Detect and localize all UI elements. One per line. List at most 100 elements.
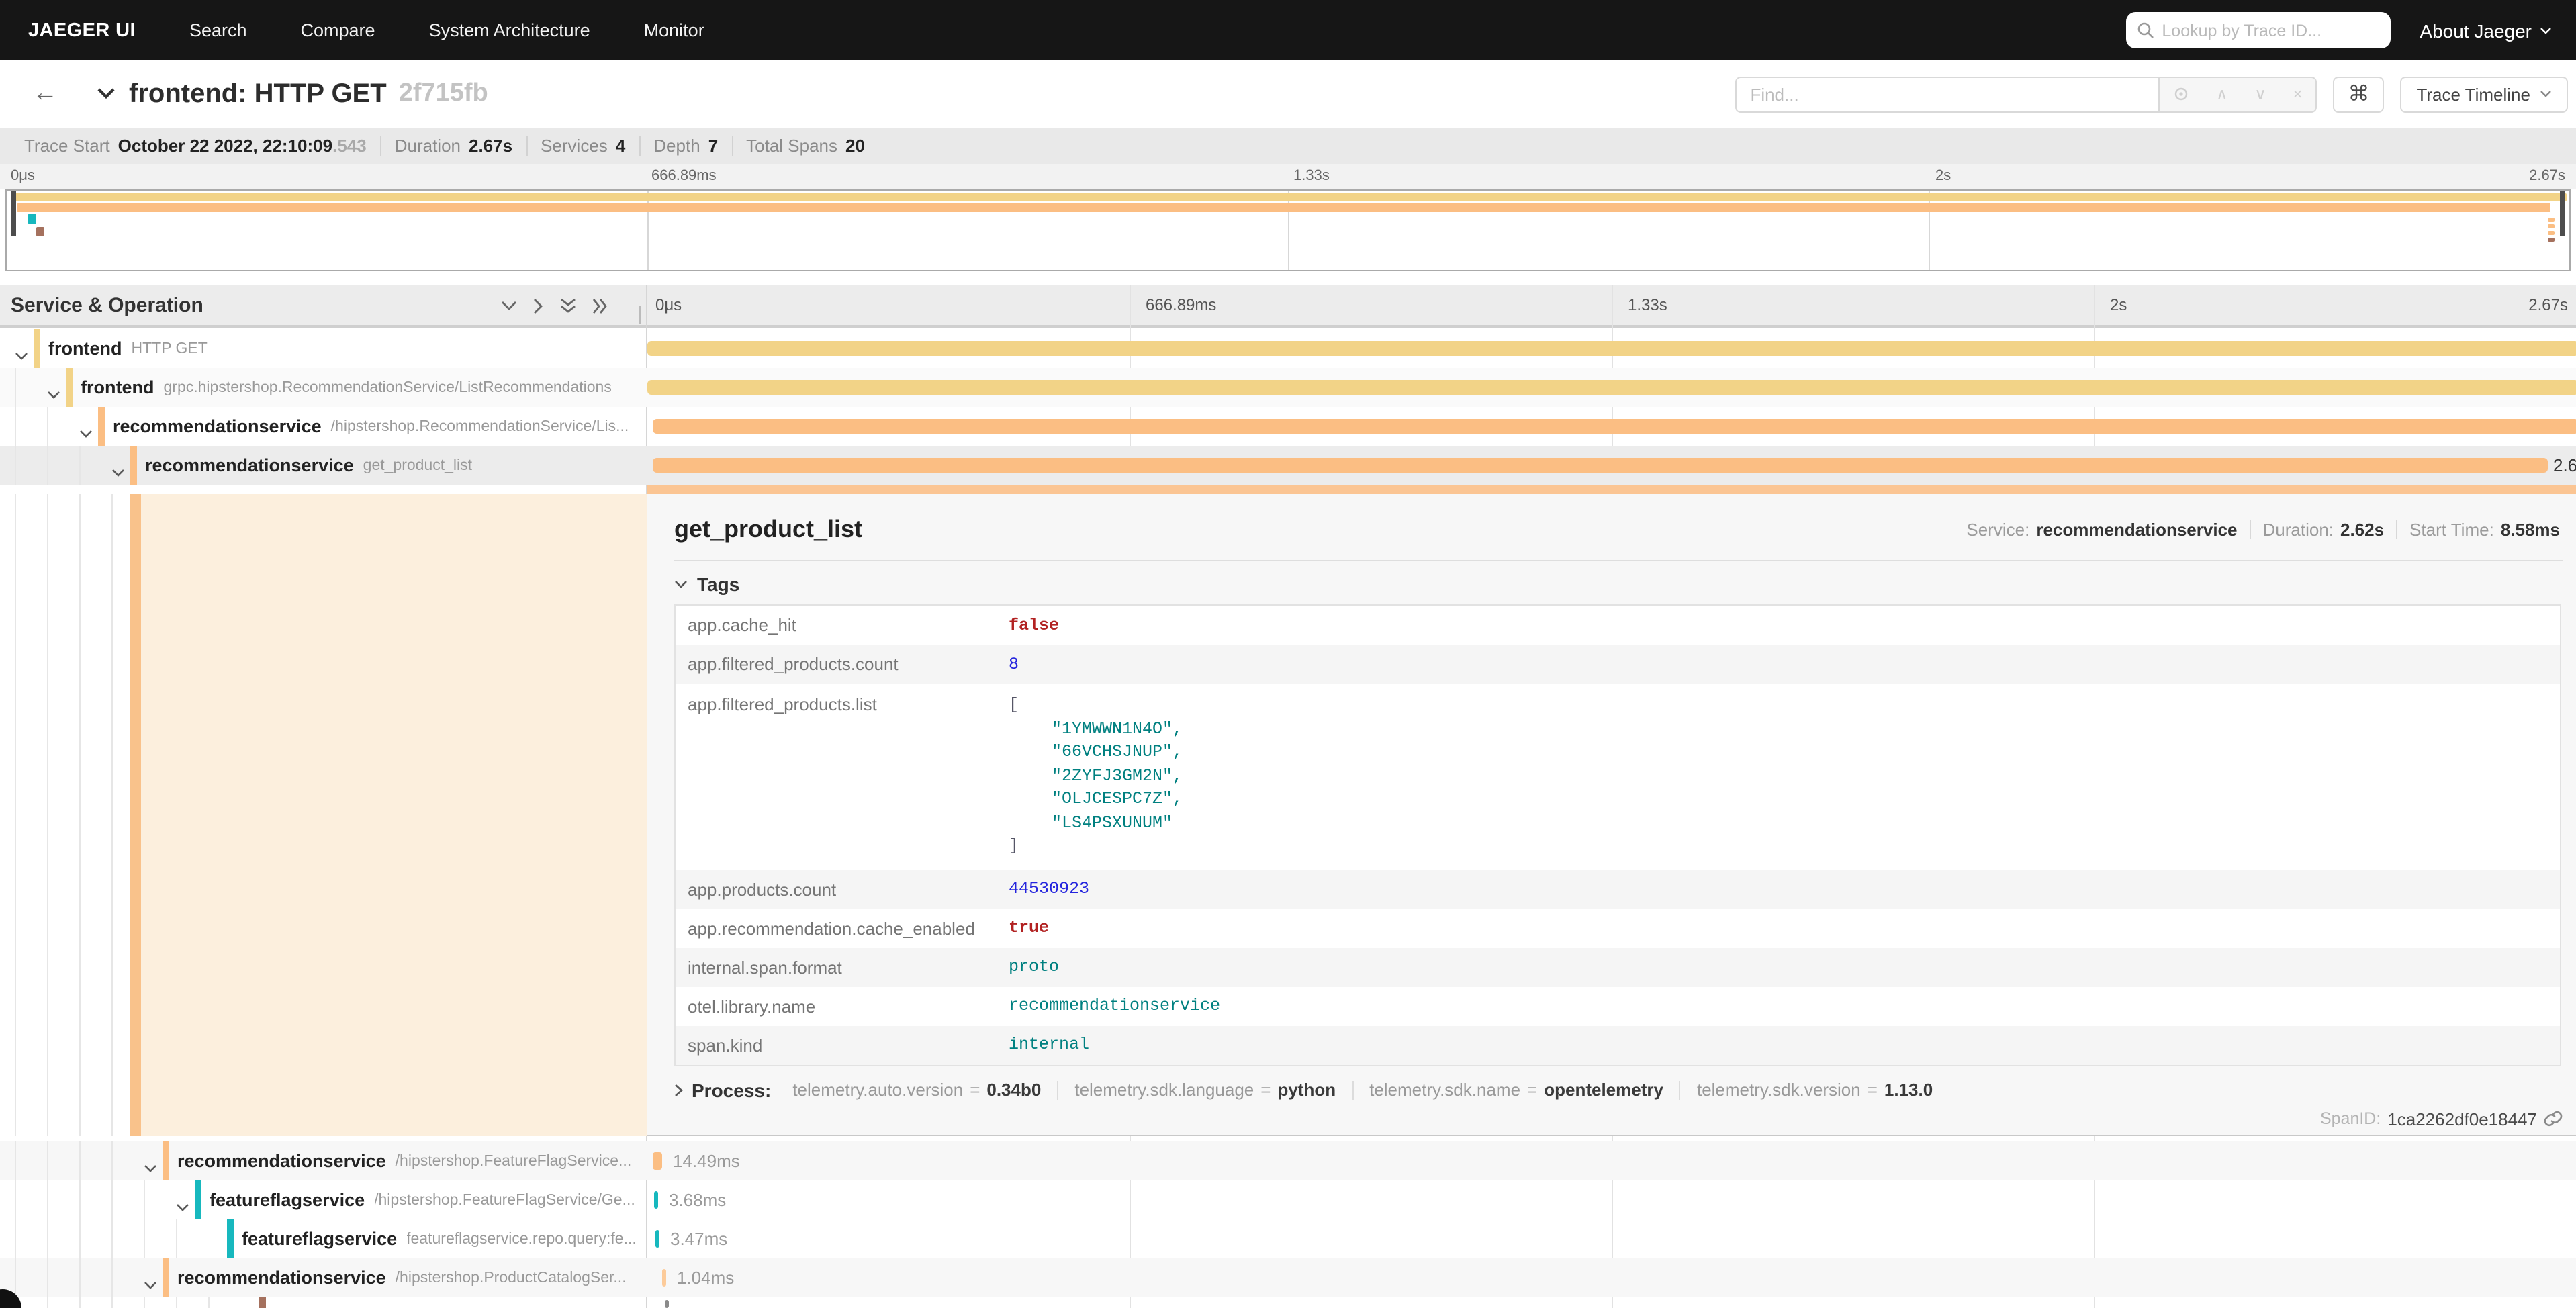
trace-minimap[interactable]	[5, 189, 2571, 271]
operation-name: HTTP GET	[132, 340, 648, 357]
trace-title: frontend: HTTP GET	[129, 79, 387, 109]
chevron-down-icon[interactable]	[144, 1273, 157, 1297]
nav-item-search[interactable]: Search	[189, 20, 247, 40]
span-bar[interactable]	[647, 341, 2576, 356]
summary-value: 4	[616, 136, 625, 156]
span-bar[interactable]	[655, 1230, 659, 1248]
detail-accent-stripe	[647, 485, 2576, 494]
span-bar[interactable]	[662, 1269, 666, 1287]
summary-label: Total Spans	[746, 136, 837, 156]
tag-value: recommendationservice	[1009, 991, 1220, 1021]
tag-key: internal.span.format	[676, 957, 1009, 977]
meta-value: recommendationservice	[2036, 519, 2237, 539]
summary-trace-start: Trace Start October 22 2022, 22:10:09 .5…	[11, 136, 381, 156]
span-name-cell[interactable]	[0, 1297, 647, 1308]
span-name-cell[interactable]: frontend grpc.hipstershop.Recommendation…	[0, 368, 647, 407]
collapse-all-icon[interactable]	[560, 298, 576, 314]
service-color-bar	[227, 1219, 233, 1258]
chevron-down-icon[interactable]	[47, 383, 60, 407]
chevron-down-icon[interactable]	[79, 422, 93, 446]
span-name-cell[interactable]: recommendationservice /hipstershop.Featu…	[0, 1141, 647, 1180]
locate-span-icon[interactable]	[2173, 86, 2189, 102]
service-name: frontend	[81, 377, 154, 398]
service-operation-header: Service & Operation	[11, 294, 203, 317]
trace-id-lookup[interactable]	[2125, 12, 2390, 48]
expand-one-icon[interactable]	[533, 298, 544, 314]
expand-all-icon[interactable]	[592, 298, 608, 314]
span-bar-cell	[647, 407, 2576, 446]
find-clear-button[interactable]: ×	[2293, 85, 2303, 103]
tag-value: internal	[1009, 1030, 1089, 1060]
summary-label: Depth	[653, 136, 700, 156]
service-color-bar	[130, 446, 136, 485]
span-duration-label: 2.62s	[2553, 455, 2576, 475]
tag-value: 44530923	[1009, 874, 1089, 904]
span-row-recommendationservice-catalog: recommendationservice /hipstershop.Produ…	[0, 1258, 2576, 1297]
span-name-cell[interactable]: featureflagservice featureflagservice.re…	[0, 1219, 647, 1258]
process-key: telemetry.sdk.version	[1697, 1080, 1861, 1100]
span-bar[interactable]	[653, 419, 2576, 434]
about-jaeger-menu[interactable]: About Jaeger	[2420, 19, 2552, 41]
search-icon	[2136, 21, 2154, 39]
span-row-partial	[0, 1297, 2576, 1308]
span-duration-label: 3.68ms	[669, 1190, 726, 1210]
span-bar[interactable]	[647, 380, 2576, 395]
minimap-span-tail	[2548, 218, 2555, 221]
span-bar[interactable]	[653, 458, 2548, 473]
nav-item-compare[interactable]: Compare	[301, 20, 375, 40]
tick-label: 0μs	[655, 295, 682, 314]
find-next-button[interactable]: ∨	[2254, 85, 2266, 103]
span-name-cell[interactable]: recommendationservice get_product_list	[0, 446, 647, 485]
trace-view-label: Trace Timeline	[2416, 84, 2530, 104]
trace-id-short: 2f715fb	[399, 79, 488, 109]
collapse-one-icon[interactable]	[501, 301, 517, 312]
service-color-bar	[66, 368, 72, 407]
span-bar[interactable]	[665, 1300, 669, 1308]
chevron-down-icon[interactable]	[111, 461, 125, 485]
chevron-down-icon[interactable]	[176, 1195, 189, 1219]
find-input[interactable]	[1735, 76, 2160, 112]
span-bar[interactable]	[653, 1152, 662, 1170]
process-value: 0.34b0	[986, 1080, 1041, 1100]
span-duration-label: 14.49ms	[673, 1151, 740, 1171]
tag-value: 8	[1009, 649, 1019, 679]
process-key: telemetry.sdk.name	[1369, 1080, 1520, 1100]
span-bar[interactable]	[654, 1191, 658, 1209]
minimap-left-scrubber[interactable]	[11, 191, 16, 236]
brand-logo[interactable]: JAEGER UI	[28, 19, 136, 41]
nav-item-monitor[interactable]: Monitor	[644, 20, 704, 40]
span-name-cell[interactable]: frontend HTTP GET	[0, 329, 647, 368]
minimap-right-scrubber[interactable]	[2560, 191, 2565, 236]
trace-id-lookup-input[interactable]	[2162, 21, 2379, 40]
span-name-cell[interactable]: recommendationservice /hipstershop.Recom…	[0, 407, 647, 446]
span-name-cell[interactable]: featureflagservice /hipstershop.FeatureF…	[0, 1180, 647, 1219]
tag-value: false	[1009, 610, 1059, 640]
keyboard-shortcuts-button[interactable]: ⌘	[2333, 76, 2384, 112]
chevron-down-icon[interactable]	[144, 1156, 157, 1180]
summary-label: Trace Start	[24, 136, 110, 156]
chevron-down-icon[interactable]	[15, 344, 28, 368]
span-id-value: 1ca2262df0e18447	[2387, 1109, 2537, 1129]
span-detail-header[interactable]: get_product_list Service:recommendations…	[674, 505, 2563, 553]
span-bar-cell: 3.47ms	[647, 1219, 2576, 1258]
process-value: opentelemetry	[1544, 1080, 1663, 1100]
service-color-bar	[195, 1180, 201, 1219]
span-name-cell[interactable]: recommendationservice /hipstershop.Produ…	[0, 1258, 647, 1297]
minimap-span-tail	[2548, 231, 2555, 234]
tag-row: app.products.count 44530923	[676, 870, 2560, 908]
process-section-toggle[interactable]: Process: telemetry.auto.version=0.34b0 t…	[674, 1079, 2563, 1101]
tags-section-toggle[interactable]: Tags	[674, 573, 2563, 595]
trace-view-selector[interactable]: Trace Timeline	[2400, 76, 2568, 112]
operation-name: /hipstershop.FeatureFlagService...	[396, 1153, 647, 1169]
process-key: telemetry.auto.version	[792, 1080, 963, 1100]
minimap-span-recommendation	[17, 202, 2550, 212]
find-prev-button[interactable]: ∧	[2216, 85, 2228, 103]
back-button[interactable]: ←	[32, 79, 73, 109]
trace-collapse-toggle[interactable]	[97, 82, 116, 106]
span-detail-panel: get_product_list Service:recommendations…	[647, 494, 2576, 1136]
link-icon[interactable]	[2544, 1109, 2563, 1128]
span-bar-cell: 14.49ms	[647, 1141, 2576, 1180]
array-item: "2ZYFJ3GM2N",	[1009, 765, 1183, 788]
minimap-span-frontend	[13, 193, 2567, 201]
nav-item-system-architecture[interactable]: System Architecture	[429, 20, 590, 40]
